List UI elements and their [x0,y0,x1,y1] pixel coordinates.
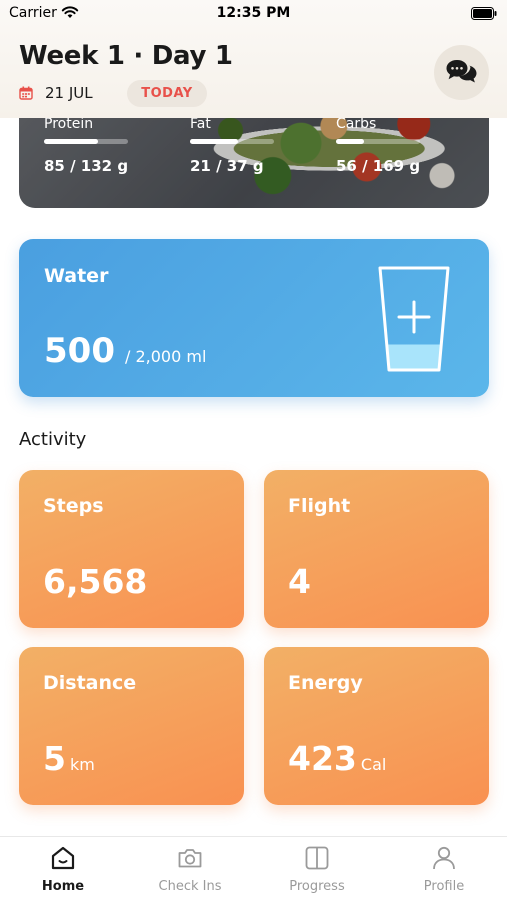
water-card[interactable]: Water 500 / 2,000 ml [19,239,489,397]
tile-value: 4 [288,562,315,601]
chat-button[interactable] [434,45,489,100]
progress-panel-icon [305,846,329,870]
steps-tile[interactable]: Steps 6,568 [19,470,244,628]
tab-profile[interactable]: Profile [381,837,507,900]
energy-tile[interactable]: Energy 423 Cal [264,647,489,805]
tab-home[interactable]: Home [0,837,126,900]
macro-value: 56 / 169 g [336,157,421,175]
tile-value-number: 4 [288,562,311,601]
tile-label: Distance [43,672,137,694]
chat-bubbles-icon [446,60,477,83]
distance-tile[interactable]: Distance 5 km [19,647,244,805]
camera-icon [178,849,202,868]
macro-name: Carbs [336,116,377,132]
water-amount: 500 [44,331,115,371]
water-goal: / 2,000 ml [125,347,207,366]
calendar-icon [19,86,33,100]
tab-label: Check Ins [158,879,222,894]
flight-tile[interactable]: Flight 4 [264,470,489,628]
water-title: Water [44,265,109,287]
tile-unit: Cal [360,755,387,774]
tab-label: Profile [423,879,465,894]
tab-progress[interactable]: Progress [254,837,380,900]
tile-label: Energy [288,672,363,694]
today-button[interactable]: TODAY [127,80,207,107]
page-title: Week 1 · Day 1 [19,41,233,71]
tile-value: 5 km [43,739,95,778]
macro-progress-fill [44,139,98,144]
macro-fat: Fat 21 / 37 g [190,116,310,175]
tile-value-number: 5 [43,739,66,778]
status-bar: Carrier 12:35 PM [0,0,507,28]
tile-value-number: 423 [288,739,357,778]
macro-name: Protein [44,116,94,132]
macro-progress-bar [336,139,420,144]
tile-label: Steps [43,495,104,517]
macro-protein: Protein 85 / 132 g [44,116,164,175]
tile-label: Flight [288,495,351,517]
tab-check-ins[interactable]: Check Ins [127,837,253,900]
macro-value: 85 / 132 g [44,157,129,175]
user-icon [433,846,455,870]
activity-heading: Activity [19,429,87,450]
tile-value-number: 6,568 [43,562,148,601]
macro-progress-bar [44,139,128,144]
macro-progress-bar [190,139,274,144]
tab-label: Progress [289,879,345,894]
macro-name: Fat [190,116,211,132]
battery-icon [471,7,497,20]
tab-bar: Home Check Ins Progress Profile [0,836,507,900]
macro-progress-fill [190,139,238,144]
tile-unit: km [69,755,95,774]
home-icon [51,846,75,870]
macro-carbs: Carbs 56 / 169 g [336,116,456,175]
glass-plus-icon[interactable] [376,264,452,374]
macro-progress-fill [336,139,364,144]
tile-value: 6,568 [43,562,151,601]
date-label[interactable]: 21 JUL [45,84,93,102]
tab-label: Home [41,879,85,894]
tile-value: 423 Cal [288,739,386,778]
status-time: 12:35 PM [216,5,291,21]
macro-value: 21 / 37 g [190,157,264,175]
